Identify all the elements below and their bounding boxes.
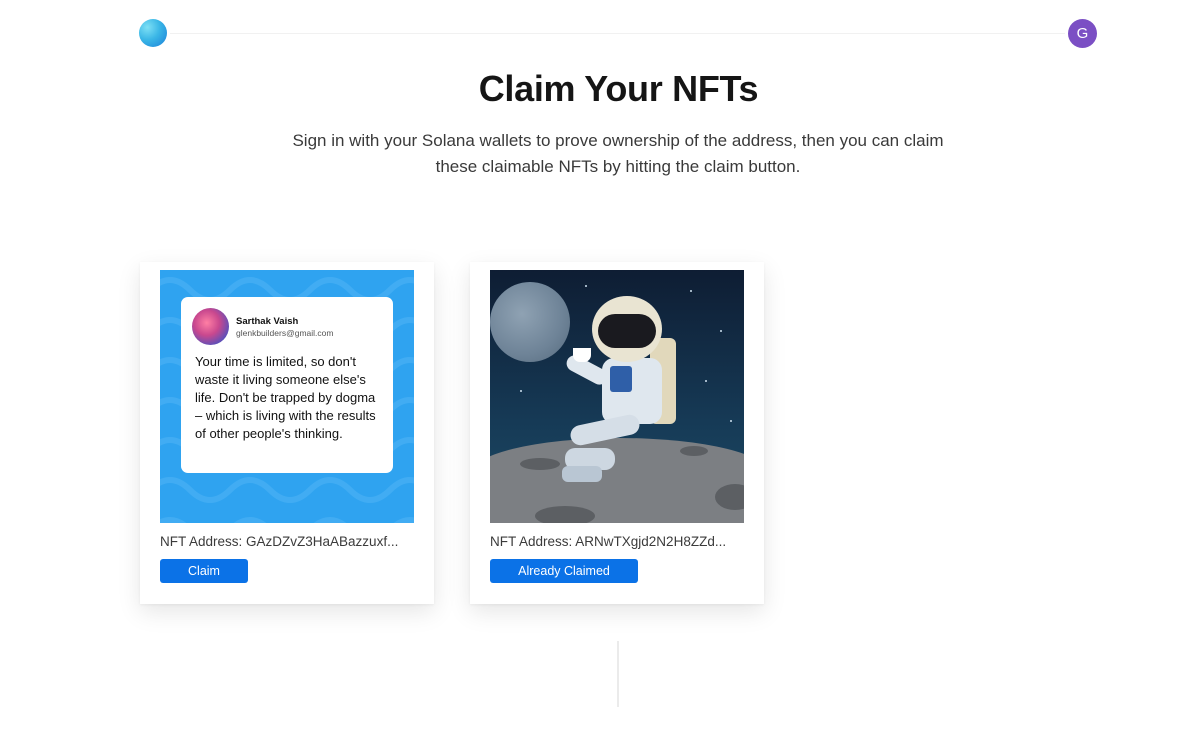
nft-address: NFT Address: ARNwTXgjd2N2H8ZZd... bbox=[490, 534, 727, 549]
page-subtitle: Sign in with your Solana wallets to prov… bbox=[292, 131, 944, 176]
astronaut-visor bbox=[598, 314, 656, 348]
star bbox=[520, 390, 522, 392]
tweet-card: Sarthak Vaish glenkbuilders@gmail.com Yo… bbox=[181, 297, 393, 473]
bottom-divider bbox=[617, 641, 619, 707]
already-claimed-button[interactable]: Already Claimed bbox=[490, 559, 638, 583]
star bbox=[690, 290, 692, 292]
nft-image-astronaut bbox=[490, 270, 744, 523]
crater bbox=[535, 506, 595, 523]
nft-image-tweet: Sarthak Vaish glenkbuilders@gmail.com Yo… bbox=[160, 270, 414, 523]
tweet-author-name: Sarthak Vaish bbox=[236, 316, 299, 327]
moon-planet bbox=[490, 282, 570, 362]
astronaut-boot bbox=[562, 466, 602, 482]
coffee-cup-icon bbox=[573, 348, 591, 362]
claim-button[interactable]: Claim bbox=[160, 559, 248, 583]
tweet-text: Your time is limited, so don't waste it … bbox=[195, 354, 376, 441]
page-title: Claim Your NFTs bbox=[478, 68, 759, 109]
user-avatar[interactable]: G bbox=[1068, 19, 1097, 48]
star bbox=[585, 285, 587, 287]
tweet-avatar bbox=[192, 308, 229, 345]
tweet-author-email: glenkbuilders@gmail.com bbox=[236, 328, 334, 338]
nft-card: NFT Address: ARNwTXgjd2N2H8ZZd... Alread… bbox=[470, 262, 764, 604]
nft-card: Sarthak Vaish glenkbuilders@gmail.com Yo… bbox=[140, 262, 434, 604]
astronaut-chest-panel bbox=[610, 366, 632, 392]
app-logo-icon[interactable] bbox=[139, 19, 167, 47]
star bbox=[705, 380, 707, 382]
header: G bbox=[0, 0, 1203, 70]
crater bbox=[680, 446, 708, 456]
nft-address: NFT Address: GAzDZvZ3HaABazzuxf... bbox=[160, 534, 399, 549]
star bbox=[720, 330, 722, 332]
crater bbox=[520, 458, 560, 470]
header-divider bbox=[170, 33, 1065, 34]
star bbox=[730, 420, 732, 422]
